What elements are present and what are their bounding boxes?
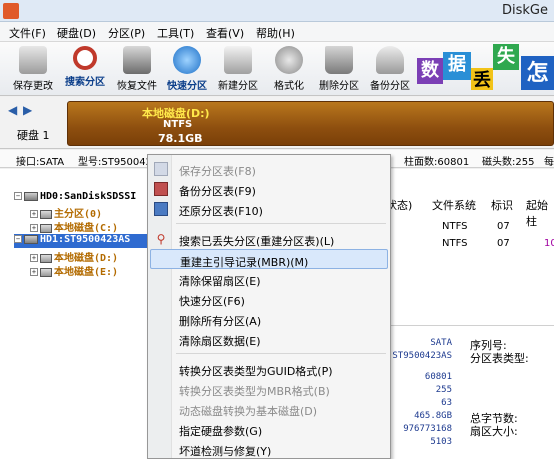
save-table-icon xyxy=(154,162,168,176)
title-bar: DiskGe xyxy=(0,0,554,22)
tree-partition[interactable]: + 本地磁盘(E:) xyxy=(30,263,118,278)
save-changes-button[interactable]: 保存更改 xyxy=(8,44,58,94)
restore-table-icon xyxy=(154,202,168,216)
disk-tree: − HD0:SanDiskSDSSI + 主分区(0) + 本地磁盘(C:) − HD1… xyxy=(0,169,150,459)
quick-partition-icon xyxy=(173,46,201,74)
menu-quick-partition[interactable]: 快速分区(F6) xyxy=(150,289,388,309)
row-1-fs: NTFS xyxy=(442,221,468,232)
row-2-id: 07 xyxy=(497,238,510,249)
expand-icon[interactable]: + xyxy=(30,268,38,276)
sectors-info: 每 xyxy=(544,157,554,168)
menu-view[interactable]: 查看(V) xyxy=(206,25,244,41)
partition-size: 78.1GB xyxy=(158,132,203,145)
menu-backup-partition-table[interactable]: 备份分区表(F9) xyxy=(150,179,388,199)
menu-clear-reserved-sectors[interactable]: 清除保留扇区(E) xyxy=(150,269,388,289)
partition-icon xyxy=(40,223,52,233)
tree-disk-1[interactable]: − HD1:ST9500423AS xyxy=(14,234,150,248)
menu-restore-partition-table[interactable]: 还原分区表(F10) xyxy=(150,199,388,219)
backup-partition-button[interactable]: 备份分区 xyxy=(365,44,415,94)
trash-icon xyxy=(325,46,353,74)
search-lost-icon: ⚲ xyxy=(156,232,166,246)
sector-size-label: 扇区大小: xyxy=(470,425,518,438)
partition-icon xyxy=(40,209,52,219)
col-start-cyl: 起始柱 xyxy=(526,199,548,228)
collapse-icon[interactable]: − xyxy=(14,192,22,200)
row-1-id: 07 xyxy=(497,221,510,232)
part-type-label: 分区表类型: xyxy=(470,352,529,365)
promo-banner[interactable]: 数 据 丢 失 怎 xyxy=(417,44,554,96)
disk-label: 硬盘 1 xyxy=(17,129,50,142)
quick-partition-button[interactable]: 快速分区 xyxy=(162,44,212,94)
new-partition-button[interactable]: 新建分区 xyxy=(213,44,263,94)
menu-disk[interactable]: 硬盘(D) xyxy=(57,25,96,41)
interface-info: 接口:SATA xyxy=(16,157,65,168)
next-disk-arrow-icon[interactable]: ▶ xyxy=(23,103,32,117)
disk-map: ◀ ▶ 硬盘 1 本地磁盘(D:) NTFS 78.1GB xyxy=(0,97,554,149)
app-icon xyxy=(3,3,19,19)
menu-separator xyxy=(176,353,386,354)
menu-help[interactable]: 帮助(H) xyxy=(256,25,295,41)
menu-dynamic-to-basic[interactable]: 动态磁盘转换为基本磁盘(D) xyxy=(150,399,388,419)
search-partition-button[interactable]: 搜索分区 xyxy=(60,44,110,94)
partition-block[interactable]: 本地磁盘(D:) NTFS 78.1GB xyxy=(67,101,554,146)
menu-clear-sector-data[interactable]: 清除扇区数据(E) xyxy=(150,329,388,349)
new-partition-icon xyxy=(224,46,252,74)
menu-convert-to-mbr[interactable]: 转换分区表类型为MBR格式(B) xyxy=(150,379,388,399)
tree-disk-0[interactable]: − HD0:SanDiskSDSSI xyxy=(14,191,136,205)
menu-separator xyxy=(176,223,386,224)
menu-bar: 文件(F) 硬盘(D) 分区(P) 工具(T) 查看(V) 帮助(H) xyxy=(0,22,554,42)
delete-partition-button[interactable]: 删除分区 xyxy=(314,44,364,94)
col-id: 标识 xyxy=(491,199,513,212)
tree-partition[interactable]: + 本地磁盘(D:) xyxy=(30,249,118,264)
restore-files-button[interactable]: 恢复文件 xyxy=(112,44,162,94)
menu-bad-sector-check[interactable]: 坏道检测与修复(Y) xyxy=(150,439,388,459)
expand-icon[interactable]: + xyxy=(30,210,38,218)
row-2-fs: NTFS xyxy=(442,238,468,249)
file-restore-icon xyxy=(123,46,151,74)
menu-tools[interactable]: 工具(T) xyxy=(157,25,194,41)
partition-fs: NTFS xyxy=(163,119,193,130)
menu-partition[interactable]: 分区(P) xyxy=(108,25,145,41)
menu-set-disk-params[interactable]: 指定硬盘参数(G) xyxy=(150,419,388,439)
expand-icon[interactable]: + xyxy=(30,254,38,262)
menu-save-partition-table[interactable]: 保存分区表(F8) xyxy=(150,159,388,179)
collapse-icon[interactable]: − xyxy=(14,235,22,243)
menu-delete-all-partitions[interactable]: 删除所有分区(A) xyxy=(150,309,388,329)
menu-file[interactable]: 文件(F) xyxy=(9,25,46,41)
row-2-start: 10 xyxy=(544,238,554,249)
tree-partition[interactable]: + 主分区(0) xyxy=(30,205,102,220)
disk-context-menu: 保存分区表(F8) 备份分区表(F9) 还原分区表(F10) ⚲ 搜索已丢失分区… xyxy=(147,154,391,459)
col-filesystem: 文件系统 xyxy=(432,199,476,212)
window-title: DiskGe xyxy=(502,3,548,18)
cylinders-info: 柱面数:60801 xyxy=(404,157,470,168)
tree-partition[interactable]: + 本地磁盘(C:) xyxy=(30,219,118,234)
backup-icon xyxy=(376,46,404,74)
backup-table-icon xyxy=(154,182,168,196)
prev-disk-arrow-icon[interactable]: ◀ xyxy=(8,103,17,117)
save-icon xyxy=(19,46,47,74)
partition-icon xyxy=(40,253,52,263)
menu-search-lost-partitions[interactable]: ⚲ 搜索已丢失分区(重建分区表)(L) xyxy=(150,229,388,249)
menu-convert-to-guid[interactable]: 转换分区表类型为GUID格式(P) xyxy=(150,359,388,379)
heads-info: 磁头数:255 xyxy=(482,157,535,168)
hard-disk-icon xyxy=(24,234,38,244)
hard-disk-icon xyxy=(24,191,38,201)
menu-rebuild-mbr[interactable]: 重建主引导记录(MBR)(M) xyxy=(150,249,388,269)
magnifier-icon xyxy=(73,46,97,70)
partition-icon xyxy=(40,267,52,277)
format-icon xyxy=(275,46,303,74)
format-button[interactable]: 格式化 xyxy=(264,44,314,94)
expand-icon[interactable]: + xyxy=(30,224,38,232)
